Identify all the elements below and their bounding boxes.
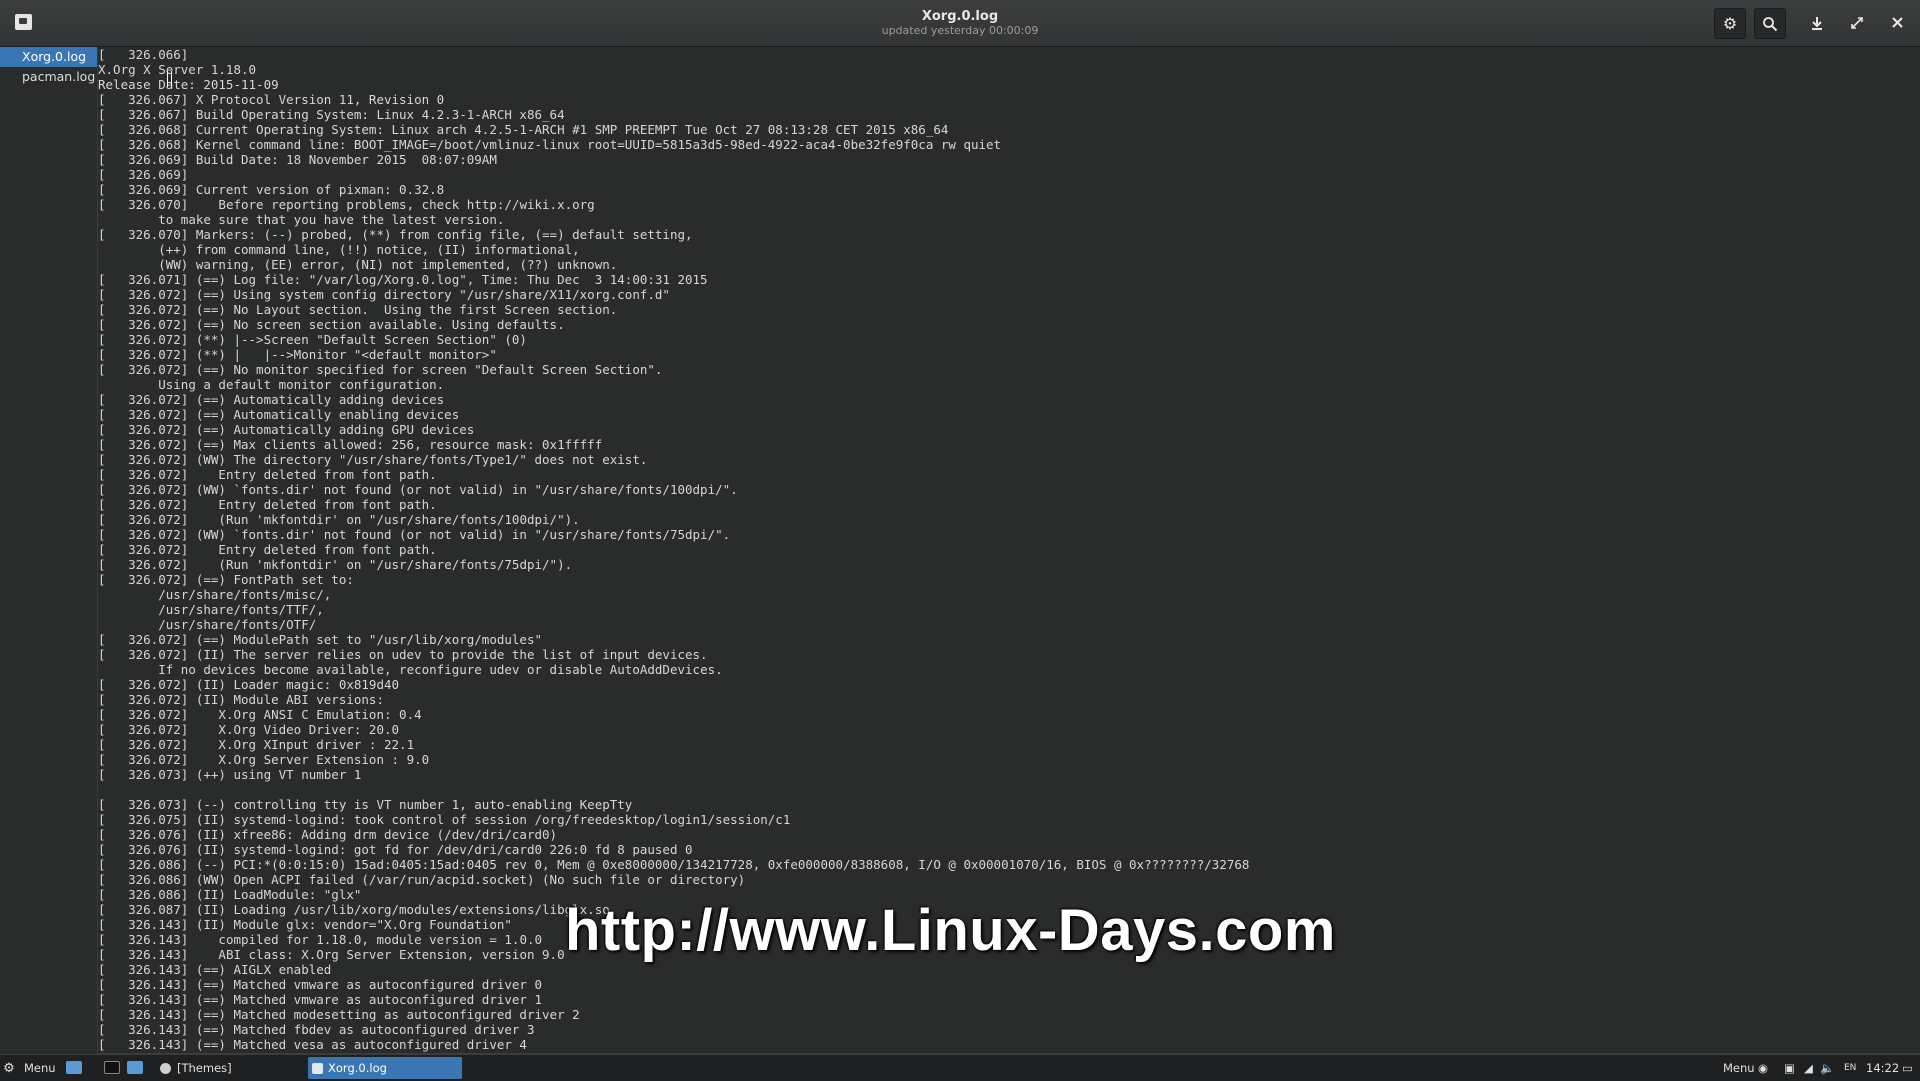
signal-icon[interactable]: ◢ — [1804, 1055, 1813, 1081]
volume-icon[interactable]: 🔈 — [1820, 1055, 1834, 1081]
log-viewer[interactable]: [ 326.066] X.Org X Server 1.18.0 Release… — [98, 47, 1920, 1053]
tray-menu-button[interactable]: Menu — [1723, 1055, 1755, 1081]
folder-icon[interactable] — [127, 1061, 143, 1074]
text-cursor-icon — [167, 71, 172, 87]
title-block: Xorg.0.log updated yesterday 00:00:09 — [0, 8, 1920, 37]
sidebar-item-pacman-log[interactable]: pacman.log — [0, 67, 97, 87]
gear-icon: ⚙ — [1722, 14, 1738, 33]
task-xorg-log-label: Xorg.0.log — [328, 1061, 387, 1075]
terminal-icon[interactable] — [104, 1061, 120, 1074]
title-bar: Xorg.0.log updated yesterday 00:00:09 ⚙ — [0, 0, 1920, 47]
menu-button[interactable]: Menu — [24, 1055, 56, 1081]
restore-icon — [1851, 16, 1863, 29]
close-icon — [1891, 17, 1903, 28]
log-viewer-icon — [312, 1062, 323, 1074]
search-button[interactable] — [1754, 8, 1786, 39]
taskbar: ⚙ Menu [Themes] Xorg.0.log Menu ◉ ▣ ◢ 🔈 … — [0, 1054, 1920, 1081]
file-manager-icon[interactable] — [66, 1061, 82, 1074]
log-text: [ 326.066] X.Org X Server 1.18.0 Release… — [98, 47, 1250, 1052]
restore-button[interactable] — [1842, 8, 1872, 37]
close-button[interactable] — [1882, 8, 1912, 37]
menu-gear-icon[interactable]: ⚙ — [2, 1055, 16, 1081]
search-icon — [1763, 16, 1778, 31]
show-desktop-icon[interactable]: ▭ — [1902, 1055, 1913, 1081]
log-file-sidebar: Xorg.0.log pacman.log — [0, 47, 98, 1054]
settings-button[interactable]: ⚙ — [1714, 8, 1746, 39]
download-button[interactable] — [1802, 8, 1832, 37]
keyboard-layout[interactable]: EN — [1844, 1055, 1856, 1081]
download-icon — [1812, 16, 1822, 30]
window-title: Xorg.0.log — [921, 9, 999, 24]
sidebar-item-xorg-log[interactable]: Xorg.0.log — [0, 47, 97, 67]
task-xorg-log[interactable]: Xorg.0.log — [308, 1057, 462, 1079]
network-icon[interactable]: ▣ — [1784, 1055, 1795, 1081]
task-themes-label: [Themes] — [177, 1061, 232, 1075]
task-themes[interactable]: [Themes] — [160, 1055, 232, 1081]
clock[interactable]: 14:22 — [1866, 1055, 1899, 1081]
user-icon[interactable]: ◉ — [1758, 1055, 1768, 1081]
window-subtitle: updated yesterday 00:00:09 — [881, 24, 1039, 37]
themes-icon — [160, 1062, 171, 1074]
